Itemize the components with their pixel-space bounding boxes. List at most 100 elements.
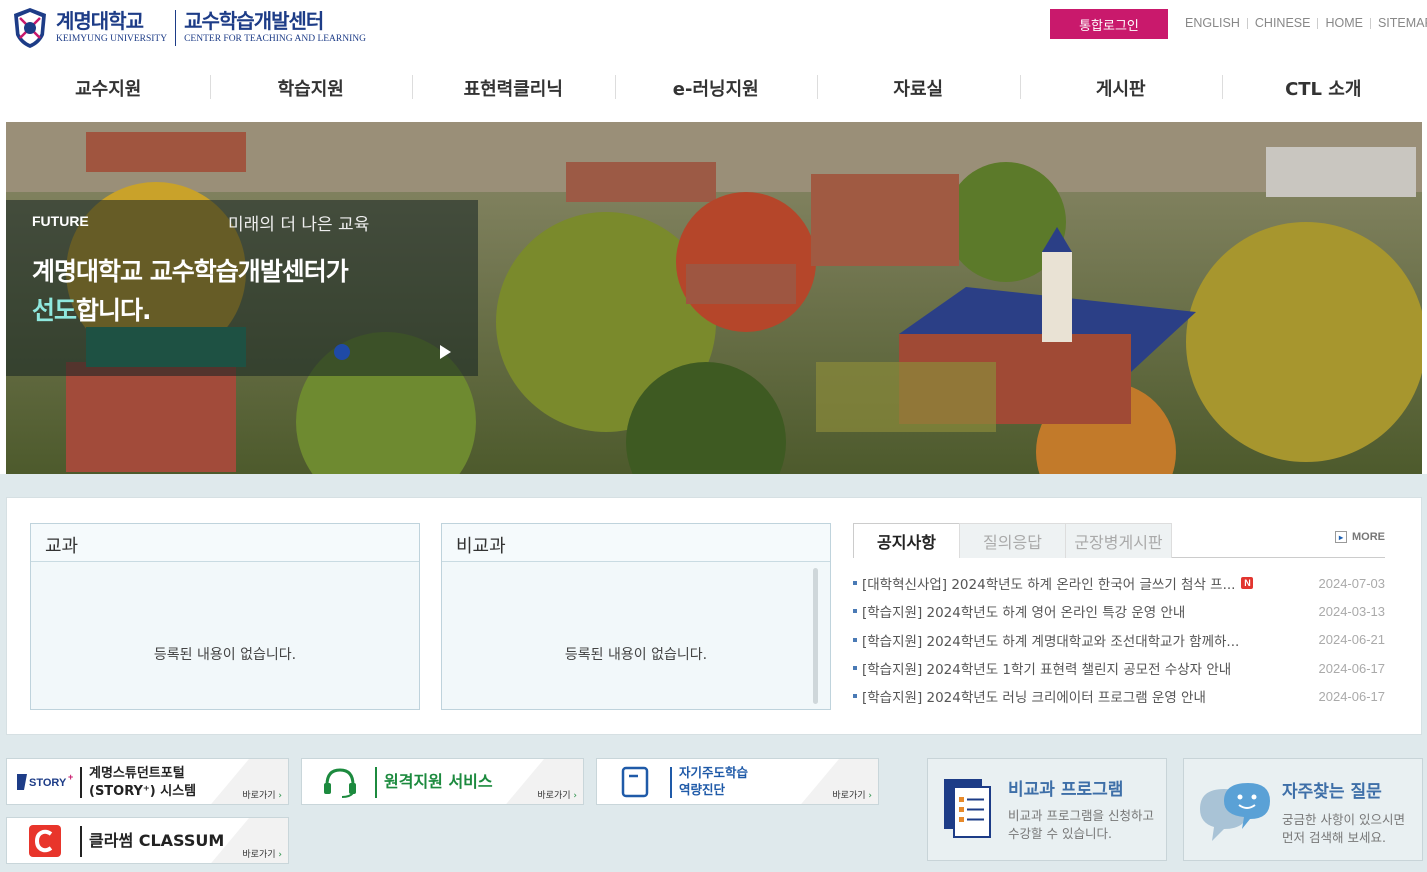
self-directed-line2: 역량진단: [679, 781, 726, 797]
link-english[interactable]: ENGLISH: [1178, 16, 1247, 30]
link-home[interactable]: HOME: [1318, 16, 1370, 30]
bullet-icon: [853, 694, 857, 699]
go-label: 바로가기: [832, 791, 866, 801]
link-chinese[interactable]: CHINESE: [1248, 16, 1318, 30]
notice-title[interactable]: [학습지원] 2024학년도 1학기 표현력 챌린지 공모전 수상자 안내: [862, 658, 1231, 678]
notice-list: [대학혁신사업] 2024학년도 하계 온라인 한국어 글쓰기 첨삭 프... …: [853, 569, 1385, 710]
hero-headline-rest: 합니다.: [76, 296, 151, 325]
faq-card-desc-line2: 먼저 검색해 보세요.: [1282, 830, 1386, 846]
more-arrow-icon: ▸: [1335, 531, 1347, 543]
go-label: 바로가기: [242, 850, 276, 860]
nav-about-ctl[interactable]: CTL 소개: [1222, 66, 1425, 110]
notice-item[interactable]: [대학혁신사업] 2024학년도 하계 온라인 한국어 글쓰기 첨삭 프... …: [853, 569, 1385, 597]
notice-date: 2024-07-03: [1318, 575, 1386, 591]
next-slide-icon[interactable]: [438, 344, 452, 360]
bullet-icon: [853, 666, 857, 671]
nav-expression-clinic[interactable]: 표현력클리닉: [412, 66, 615, 110]
tab-military-board[interactable]: 군장병게시판: [1065, 523, 1172, 558]
story-label: 계명스튜던트포털 (STORY⁺) 시스템: [89, 765, 196, 800]
logo[interactable]: 계명대학교 KEIMYUNG UNIVERSITY 교수학습개발센터 CENTE…: [12, 6, 366, 50]
nav-board[interactable]: 게시판: [1019, 66, 1223, 110]
story-label-line1: 계명스튜던트포털: [89, 766, 185, 781]
divider: [80, 826, 82, 857]
go-link[interactable]: 바로가기 ›: [537, 788, 577, 801]
story-portal-link[interactable]: STORY + 계명스튜던트포털 (STORY⁺) 시스템 바로가기 ›: [6, 758, 289, 805]
hero-tag: FUTURE: [32, 213, 89, 229]
go-label: 바로가기: [537, 791, 571, 801]
notice-title[interactable]: [학습지원] 2024학년도 하계 계명대학교와 조선대학교가 함께하...: [862, 630, 1239, 650]
more-link[interactable]: ▸ MORE: [1335, 531, 1385, 543]
notice-tabs: 공지사항 질의응답 군장병게시판: [853, 523, 1385, 558]
scrollbar[interactable]: [813, 568, 818, 704]
program-document-icon: [944, 779, 991, 838]
logo-divider: [175, 10, 177, 46]
go-link[interactable]: 바로가기 ›: [832, 788, 872, 801]
story-logo-icon: STORY +: [15, 765, 75, 799]
nav-resources[interactable]: 자료실: [817, 66, 1020, 110]
self-directed-label: 자기주도학습 역량진단: [679, 765, 748, 799]
remote-support-link[interactable]: 원격지원 서비스 바로가기 ›: [301, 758, 584, 805]
bullet-icon: [853, 609, 857, 614]
tab-qna[interactable]: 질의응답: [959, 523, 1066, 558]
program-card-desc: 비교과 프로그램을 신청하고 수강할 수 있습니다.: [1008, 807, 1154, 843]
curricular-empty-message: 등록된 내용이 없습니다.: [153, 647, 297, 663]
chevron-right-icon: ›: [278, 791, 282, 801]
program-card-desc-line1: 비교과 프로그램을 신청하고: [1008, 808, 1154, 823]
nav-elearning-support[interactable]: e-러닝지원: [614, 66, 818, 110]
bullet-icon: [853, 581, 857, 586]
notice-board: 공지사항 질의응답 군장병게시판 ▸ MORE [대학혁신사업] 2024학년도…: [853, 523, 1385, 713]
notice-item[interactable]: [학습지원] 2024학년도 1학기 표현력 챌린지 공모전 수상자 안내 20…: [853, 654, 1385, 682]
notice-item[interactable]: [학습지원] 2024학년도 러닝 크리에이터 프로그램 운영 안내 2024-…: [853, 682, 1385, 710]
logo-center-name: 교수학습개발센터: [184, 9, 324, 34]
go-link[interactable]: 바로가기 ›: [242, 847, 282, 860]
link-sitemap[interactable]: SITEMAP: [1371, 16, 1427, 30]
classum-label: 클라썸 CLASSUM: [89, 831, 225, 850]
extracurricular-title[interactable]: 비교과: [442, 524, 830, 562]
svg-text:+: +: [68, 772, 73, 782]
notice-item[interactable]: [학습지원] 2024학년도 하계 영어 온라인 특강 운영 안내 2024-0…: [853, 597, 1385, 625]
hero-subtitle: 미래의 더 나은 교육: [228, 215, 370, 235]
hero-caption: FUTURE 미래의 더 나은 교육 계명대학교 교수학습개발센터가 선도합니다…: [6, 200, 478, 376]
hero-headline-2: 선도합니다.: [32, 291, 152, 327]
divider: [670, 767, 672, 798]
faq-card[interactable]: 자주찾는 질문 궁금한 사항이 있으시면 먼저 검색해 보세요.: [1183, 758, 1423, 861]
faq-card-desc-line1: 궁금한 사항이 있으시면: [1282, 812, 1405, 827]
notice-title[interactable]: [대학혁신사업] 2024학년도 하계 온라인 한국어 글쓰기 첨삭 프...: [862, 573, 1235, 593]
logo-center-name-en: CENTER FOR TEACHING AND LEARNING: [184, 34, 366, 45]
classum-logo-icon: [15, 824, 75, 858]
utility-links: ENGLISH CHINESE HOME SITEMAP: [1178, 16, 1427, 30]
hero-highlight: 선도: [32, 296, 77, 325]
nav-learning-support[interactable]: 학습지원: [209, 66, 413, 110]
notice-date: 2024-06-17: [1318, 688, 1386, 704]
program-card-desc-line2: 수강할 수 있습니다.: [1008, 826, 1112, 842]
university-emblem-icon: [14, 8, 46, 48]
extracurricular-empty-message: 등록된 내용이 없습니다.: [564, 647, 708, 663]
notebook-icon: [605, 765, 665, 799]
faq-card-desc: 궁금한 사항이 있으시면 먼저 검색해 보세요.: [1282, 811, 1405, 847]
slide-indicator[interactable]: [334, 344, 350, 360]
login-button[interactable]: 통합로그인: [1050, 9, 1168, 39]
extracurricular-program-card[interactable]: 비교과 프로그램 비교과 프로그램을 신청하고 수강할 수 있습니다.: [927, 758, 1167, 861]
notice-item[interactable]: [학습지원] 2024학년도 하계 계명대학교와 조선대학교가 함께하... 2…: [853, 626, 1385, 654]
bullet-icon: [853, 637, 857, 642]
notice-title[interactable]: [학습지원] 2024학년도 하계 영어 온라인 특강 운영 안내: [862, 601, 1185, 621]
curricular-title[interactable]: 교과: [31, 524, 419, 562]
more-label: MORE: [1352, 531, 1385, 543]
main-navigation: 교수지원 학습지원 표현력클리닉 e-러닝지원 자료실 게시판 CTL 소개: [0, 66, 1427, 110]
remote-support-label: 원격지원 서비스: [384, 772, 493, 791]
classum-link[interactable]: 클라썸 CLASSUM 바로가기 ›: [6, 817, 289, 864]
new-badge: N: [1241, 577, 1254, 590]
header: 계명대학교 KEIMYUNG UNIVERSITY 교수학습개발센터 CENTE…: [0, 0, 1427, 55]
logo-university-name-en: KEIMYUNG UNIVERSITY: [56, 34, 168, 45]
go-link[interactable]: 바로가기 ›: [242, 788, 282, 801]
self-directed-learning-link[interactable]: 자기주도학습 역량진단 바로가기 ›: [596, 758, 879, 805]
tab-notices[interactable]: 공지사항: [853, 523, 960, 558]
notice-date: 2024-03-13: [1318, 603, 1386, 619]
notice-title[interactable]: [학습지원] 2024학년도 러닝 크리에이터 프로그램 운영 안내: [862, 686, 1206, 706]
logo-university-name: 계명대학교: [56, 9, 144, 34]
chat-bubble-icon: [1200, 783, 1270, 841]
hero-headline: 계명대학교 교수학습개발센터가: [32, 257, 349, 286]
story-label-line2: (STORY⁺) 시스템: [89, 783, 197, 799]
nav-faculty-support[interactable]: 교수지원: [7, 66, 210, 110]
chevron-right-icon: ›: [868, 791, 872, 801]
